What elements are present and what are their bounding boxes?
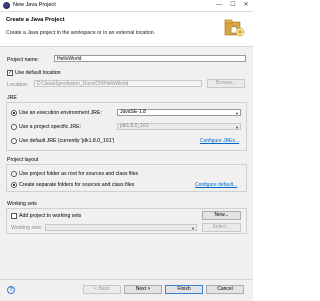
add-to-working-sets-label: Add project to working sets: [19, 213, 82, 219]
wizard-description: Create a Java project in the workspace o…: [6, 30, 156, 36]
execution-env-value: JavaSE-1.8: [120, 109, 146, 115]
chevron-down-icon: ▼: [191, 226, 195, 231]
use-default-location-checkbox[interactable]: ✓: [7, 70, 13, 76]
next-button[interactable]: Next >: [124, 285, 162, 294]
configure-default-link[interactable]: Configure default...: [195, 182, 237, 188]
java-project-wizard-icon: [224, 19, 245, 37]
working-sets-select[interactable]: ▼: [45, 224, 197, 231]
project-jre-select[interactable]: jdk1.8.0_161 ▼: [117, 123, 241, 130]
maximize-icon[interactable]: ☐: [228, 1, 238, 10]
chevron-down-icon: ▼: [235, 111, 239, 116]
jre-default-radio[interactable]: [11, 138, 17, 144]
jre-project-specific-radio[interactable]: [11, 124, 17, 130]
location-input[interactable]: D:\Java\Syncfusion_Docs\CH\HelloWorld: [34, 80, 202, 87]
execution-env-select[interactable]: JavaSE-1.8 ▼: [117, 109, 241, 116]
close-icon[interactable]: ✕: [241, 1, 251, 10]
project-name-label: Project name:: [7, 57, 40, 63]
jre-project-specific-label: Use a project specific JRE:: [19, 124, 81, 130]
back-button[interactable]: < Back: [83, 285, 121, 294]
jre-execution-env-radio[interactable]: [11, 110, 17, 116]
select-working-sets-button[interactable]: Select...: [202, 223, 241, 232]
layout-root-folder-label: Use project folder as root for sources a…: [19, 171, 139, 177]
jre-default-label: Use default JRE (currently 'jdk1.8.0_161…: [19, 138, 115, 144]
help-icon[interactable]: ?: [7, 286, 15, 294]
project-name-input[interactable]: HelloWorld: [54, 55, 246, 62]
browse-button[interactable]: Browse...: [207, 79, 245, 88]
layout-separate-folders-radio[interactable]: [11, 182, 17, 188]
wizard-title: Create a Java Project: [6, 17, 65, 23]
chevron-down-icon: ▼: [235, 125, 239, 130]
working-sets-group-title: Working sets: [7, 201, 37, 207]
eclipse-icon: [3, 2, 10, 9]
project-layout-group-title: Project layout: [7, 157, 39, 163]
location-label: Location:: [7, 82, 29, 88]
minimize-icon[interactable]: —: [214, 1, 224, 10]
use-default-location-label: Use default location: [15, 70, 61, 76]
finish-button[interactable]: Finish: [165, 285, 203, 294]
add-to-working-sets-checkbox[interactable]: [11, 213, 17, 219]
jre-execution-env-label: Use an execution environment JRE:: [19, 110, 102, 116]
configure-jres-link[interactable]: Configure JREs...: [200, 138, 239, 144]
window-title: New Java Project: [13, 2, 56, 8]
working-sets-label: Working sets:: [11, 225, 43, 231]
cancel-button[interactable]: Cancel: [206, 285, 244, 294]
project-jre-value: jdk1.8.0_161: [120, 123, 149, 129]
layout-separate-folders-label: Create separate folders for sources and …: [19, 182, 135, 188]
new-working-set-button[interactable]: New...: [202, 211, 241, 220]
layout-root-folder-radio[interactable]: [11, 171, 17, 177]
jre-group-title: JRE: [7, 95, 17, 101]
